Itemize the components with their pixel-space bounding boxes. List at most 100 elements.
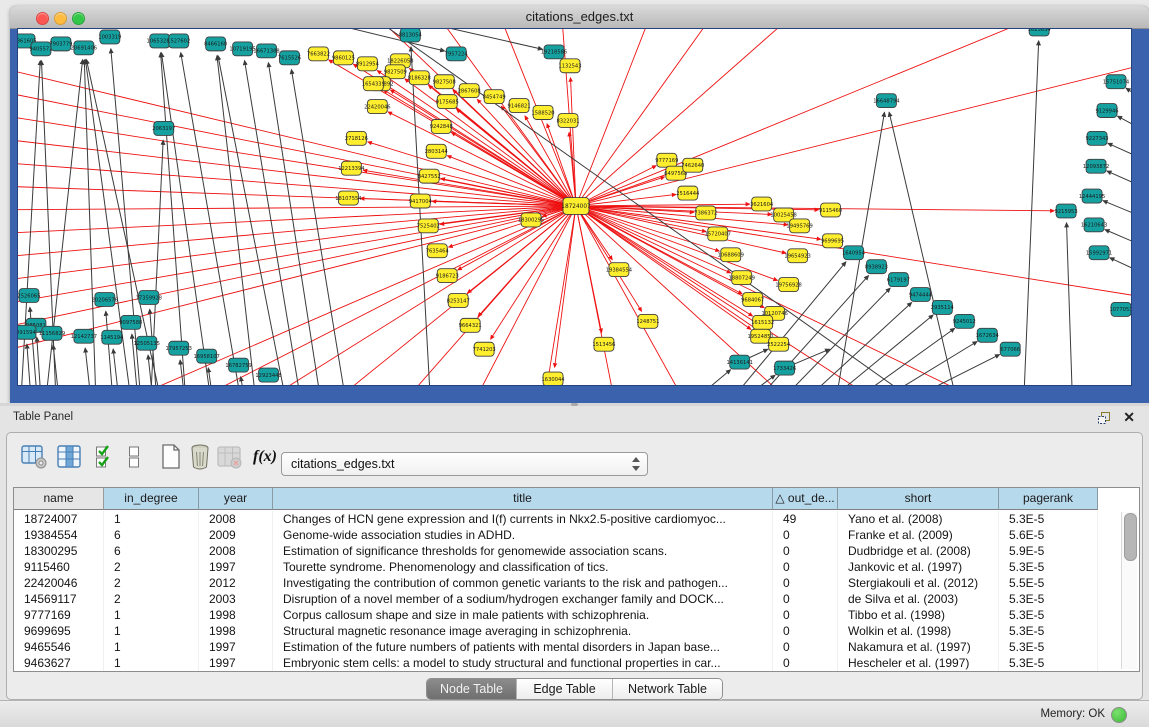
graph-node[interactable]: 16210643 [1081,218,1107,232]
graph-edge[interactable] [380,206,576,385]
graph-node[interactable]: 12923448 [255,368,281,382]
graph-edge[interactable] [208,368,212,385]
column-header-name[interactable]: name [14,488,104,510]
column-header-year[interactable]: year [199,488,273,510]
graph-node[interactable]: 1513456 [592,337,615,351]
select-rows-icon[interactable] [95,443,117,471]
graph-node[interactable]: 2803144 [425,144,448,158]
graph-edge[interactable] [1110,258,1131,281]
graph-node[interactable]: 2516444 [676,186,699,200]
graph-node[interactable]: 677066 [1000,342,1020,356]
graph-edge[interactable] [268,63,320,385]
graph-node[interactable]: 17957253 [166,341,192,355]
graph-node[interactable]: 2526065 [18,289,41,303]
table-row[interactable]: 1456911722003Disruption of a novel membe… [14,591,1139,607]
graph-node[interactable]: 7615526 [278,51,301,65]
float-panel-icon[interactable] [1097,411,1111,425]
graph-node[interactable]: 2522254 [767,337,790,351]
graph-node[interactable]: 2935114 [931,300,954,314]
graph-node[interactable]: 18107554 [335,191,361,205]
graph-edge[interactable] [106,311,113,385]
graph-node[interactable]: 14136141 [727,355,753,369]
graph-node[interactable]: 8253147 [447,294,470,308]
column-header-short[interactable]: short [838,488,999,510]
column-header-out_de[interactable]: △ out_de... [773,488,838,510]
table-row[interactable]: 946554611997Estimation of the future num… [14,639,1139,655]
graph-edge[interactable] [1107,171,1131,194]
graph-node[interactable]: 8938923 [865,260,888,274]
graph-edge[interactable] [18,206,576,210]
graph-node[interactable]: 12093872 [1083,159,1109,173]
graph-node[interactable]: 19654923 [784,249,810,263]
graph-node[interactable]: 22420046 [364,100,390,114]
graph-node[interactable]: 9175685 [436,95,459,109]
graph-edge[interactable] [181,53,241,385]
graph-node[interactable]: 1615132 [751,315,774,329]
graph-node[interactable]: 10719195 [229,42,255,56]
graph-edge[interactable] [18,206,576,334]
graph-edge[interactable] [576,29,660,206]
graph-node[interactable]: 16782759 [225,358,251,372]
graph-edge[interactable] [245,61,301,385]
graph-node[interactable]: 8186328 [408,71,431,85]
graph-edge[interactable] [330,29,542,49]
table-row[interactable]: 1872400712008Changes of HCN gene express… [14,511,1139,527]
graph-node[interactable]: 2867608 [458,84,481,98]
new-column-icon[interactable] [159,443,183,471]
graph-node[interactable]: 20691406 [71,41,97,55]
graph-node[interactable]: 18807249 [729,271,755,285]
table-mode-icon[interactable] [21,443,48,471]
function-builder-icon[interactable]: f(x) [253,443,277,471]
graph-node[interactable]: 9474444 [909,288,932,302]
graph-node[interactable]: 3621604 [750,197,773,211]
graph-edge[interactable] [850,328,955,385]
vertical-scrollbar[interactable] [1121,512,1137,669]
graph-edge[interactable] [113,349,119,385]
graph-node[interactable]: 16671388 [253,44,279,58]
graph-edge[interactable] [576,204,750,206]
network-window-titlebar[interactable]: citations_edges.txt [10,6,1149,29]
graph-node[interactable]: 9186723 [436,269,459,283]
scrollbar-thumb[interactable] [1124,513,1137,561]
graph-edge[interactable] [576,61,1131,206]
graph-node[interactable]: 1077053 [1109,302,1131,316]
graph-node[interactable]: 6179197 [887,273,910,287]
graph-node[interactable]: 1733426 [773,361,796,375]
graph-edge[interactable] [85,348,91,385]
graph-node[interactable]: 12142737 [71,329,97,343]
graph-node[interactable]: 7903779 [49,37,72,51]
graph-node[interactable]: 1248751 [636,314,659,328]
tab-network-table[interactable]: Network Table [613,679,722,699]
graph-node[interactable]: 11156829 [39,326,65,340]
clear-selection-icon[interactable] [127,443,141,471]
graph-node[interactable]: 16958107 [193,349,219,363]
graph-edge[interactable] [871,342,977,385]
graph-edge[interactable] [576,206,786,253]
graph-node[interactable]: 7462640 [681,158,704,172]
graph-edge[interactable] [1118,116,1131,138]
graph-node[interactable]: 19495769 [786,219,812,233]
graph-node[interactable]: 1630044 [541,372,564,385]
table-row[interactable]: 2242004622012Investigating the contribut… [14,575,1139,591]
network-canvas[interactable]: 1872400718616059405572790377920691406100… [17,28,1132,386]
graph-node[interactable]: 9215953 [1055,204,1078,218]
graph-node[interactable]: 1527602 [167,34,190,48]
memory-ok-indicator-icon[interactable] [1111,707,1127,723]
table-row[interactable]: 969969511998Structural magnetic resonanc… [14,623,1139,639]
column-header-title[interactable]: title [273,488,773,510]
graph-node[interactable]: 7525402 [417,219,440,233]
graph-node[interactable]: 9227343 [1086,131,1109,145]
graph-node[interactable]: 16648794 [873,94,899,108]
table-row[interactable]: 946362711997Embryonic stem cells: a mode… [14,655,1139,671]
graph-node[interactable]: 19756928 [775,278,801,292]
graph-edge[interactable] [555,206,576,367]
close-panel-icon[interactable]: ✕ [1123,409,1135,426]
graph-hub-node[interactable]: 18724007 [561,198,591,215]
graph-edge[interactable] [300,206,576,385]
graph-node[interactable]: 1654339 [362,77,385,91]
graph-edge[interactable] [411,47,430,385]
graph-node[interactable]: 7635464 [426,244,449,258]
graph-edge[interactable] [806,303,912,385]
graph-node[interactable]: 9699695 [821,234,844,248]
graph-edge[interactable] [18,185,576,206]
